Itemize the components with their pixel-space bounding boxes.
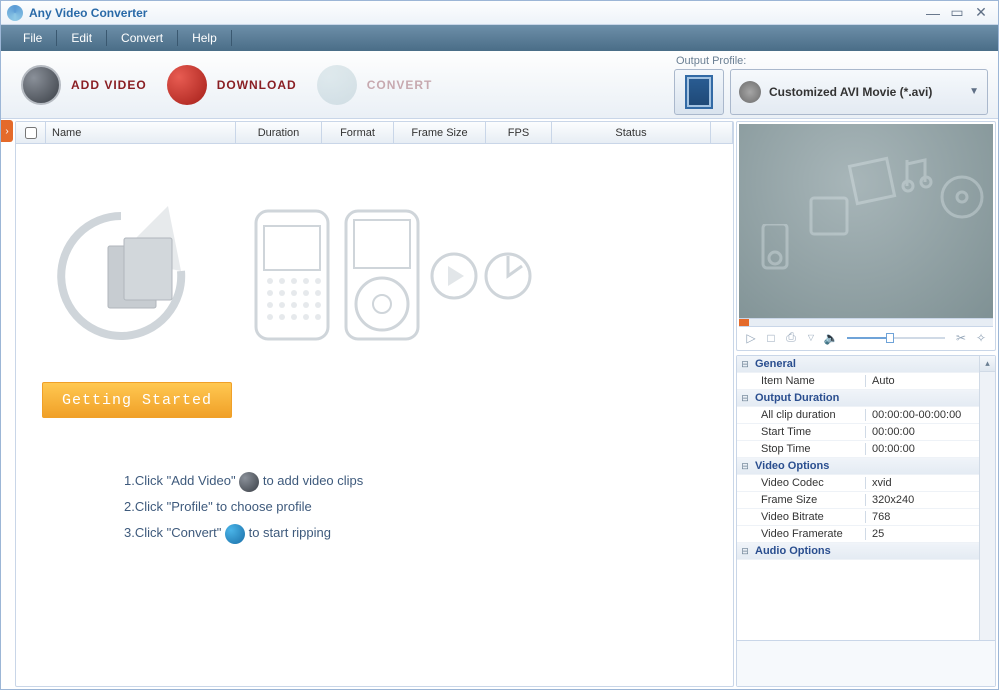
preview-box: ▷ □ ⎙ ▽ 🔈 ✂ ✧ xyxy=(736,121,996,351)
group-video-options[interactable]: ⊟Video Options xyxy=(737,458,979,475)
menu-edit[interactable]: Edit xyxy=(57,28,106,48)
volume-slider[interactable] xyxy=(843,337,949,339)
file-list-pane: Name Duration Format Frame Size FPS Stat… xyxy=(15,121,734,687)
menu-help[interactable]: Help xyxy=(178,28,231,48)
stop-icon[interactable]: □ xyxy=(763,330,779,346)
film-reel-icon xyxy=(21,65,61,105)
col-status[interactable]: Status xyxy=(552,122,711,143)
play-icon[interactable]: ▷ xyxy=(743,330,759,346)
getting-started-button[interactable]: Getting Started xyxy=(42,382,232,418)
download-button[interactable]: Download xyxy=(157,61,307,109)
close-button[interactable]: ✕ xyxy=(970,5,992,21)
output-profile-value: Customized AVI Movie (*.avi) xyxy=(769,85,969,99)
right-pane: ▷ □ ⎙ ▽ 🔈 ✂ ✧ ⊟General Item NameAuto ⊟Ou… xyxy=(736,121,996,687)
column-header: Name Duration Format Frame Size FPS Stat… xyxy=(16,122,733,144)
chevron-down-icon: ▼ xyxy=(969,86,979,97)
properties-scrollbar[interactable]: ▴ xyxy=(979,356,995,640)
titlebar: Any Video Converter — ▭ ✕ xyxy=(1,1,998,25)
app-icon xyxy=(7,5,23,21)
prop-video-framerate[interactable]: Video Framerate25 xyxy=(737,526,979,543)
select-all-checkbox[interactable] xyxy=(25,127,37,139)
prop-stop-time[interactable]: Stop Time00:00:00 xyxy=(737,441,979,458)
minimize-button[interactable]: — xyxy=(922,5,944,21)
group-output-duration[interactable]: ⊟Output Duration xyxy=(737,390,979,407)
preview-controls: ▷ □ ⎙ ▽ 🔈 ✂ ✧ xyxy=(739,326,993,348)
output-profile-label: Output Profile: xyxy=(676,55,746,67)
properties-panel: ⊟General Item NameAuto ⊟Output Duration … xyxy=(736,355,996,687)
add-video-label: Add Video xyxy=(71,78,147,92)
toolbar: Add Video Download Convert Output Profil… xyxy=(1,51,998,119)
col-checkbox[interactable] xyxy=(16,122,46,143)
profile-format-button[interactable] xyxy=(674,69,724,115)
scroll-up-icon[interactable]: ▴ xyxy=(980,356,995,372)
menubar: File Edit Convert Help xyxy=(1,25,998,51)
col-fps[interactable]: FPS xyxy=(486,122,552,143)
convert-button[interactable]: Convert xyxy=(307,61,443,109)
col-tail xyxy=(711,122,733,143)
group-general[interactable]: ⊟General xyxy=(737,356,979,373)
col-frame-size[interactable]: Frame Size xyxy=(394,122,486,143)
snapshot-icon[interactable]: ⎙ xyxy=(783,330,799,346)
preview-progress[interactable] xyxy=(739,318,993,326)
group-audio-options[interactable]: ⊟Audio Options xyxy=(737,543,979,560)
download-label: Download xyxy=(217,78,297,92)
menu-convert[interactable]: Convert xyxy=(107,28,177,48)
settings-icon[interactable]: ✧ xyxy=(973,330,989,346)
chevron-down-icon[interactable]: ▽ xyxy=(803,330,819,346)
add-video-button[interactable]: Add Video xyxy=(11,61,157,109)
prop-start-time[interactable]: Start Time00:00:00 xyxy=(737,424,979,441)
preview-canvas xyxy=(739,124,993,318)
download-icon xyxy=(167,65,207,105)
prop-video-codec[interactable]: Video Codecxvid xyxy=(737,475,979,492)
col-format[interactable]: Format xyxy=(322,122,394,143)
output-profile-select[interactable]: Customized AVI Movie (*.avi) ▼ xyxy=(730,69,988,115)
illustration-area: Getting Started xyxy=(16,144,733,428)
convert-icon xyxy=(225,524,245,544)
steps-text: 1.Click "Add Video" to add video clips 2… xyxy=(16,428,733,546)
volume-icon[interactable]: 🔈 xyxy=(823,330,839,346)
expand-left-panel[interactable]: › xyxy=(1,120,13,142)
disc-icon xyxy=(739,81,761,103)
video-format-icon xyxy=(685,75,713,109)
convert-label: Convert xyxy=(367,78,433,92)
prop-item-name[interactable]: Item NameAuto xyxy=(737,373,979,390)
output-profile-area: Output Profile: Customized AVI Movie (*.… xyxy=(674,55,988,115)
property-description xyxy=(737,640,995,686)
col-name[interactable]: Name xyxy=(46,122,236,143)
prop-frame-size[interactable]: Frame Size320x240 xyxy=(737,492,979,509)
app-title: Any Video Converter xyxy=(29,6,920,20)
convert-icon xyxy=(317,65,357,105)
prop-video-bitrate[interactable]: Video Bitrate768 xyxy=(737,509,979,526)
cut-icon[interactable]: ✂ xyxy=(953,330,969,346)
maximize-button[interactable]: ▭ xyxy=(946,5,968,21)
film-reel-icon xyxy=(239,472,259,492)
col-duration[interactable]: Duration xyxy=(236,122,322,143)
menu-file[interactable]: File xyxy=(9,28,56,48)
prop-all-clip[interactable]: All clip duration00:00:00-00:00:00 xyxy=(737,407,979,424)
